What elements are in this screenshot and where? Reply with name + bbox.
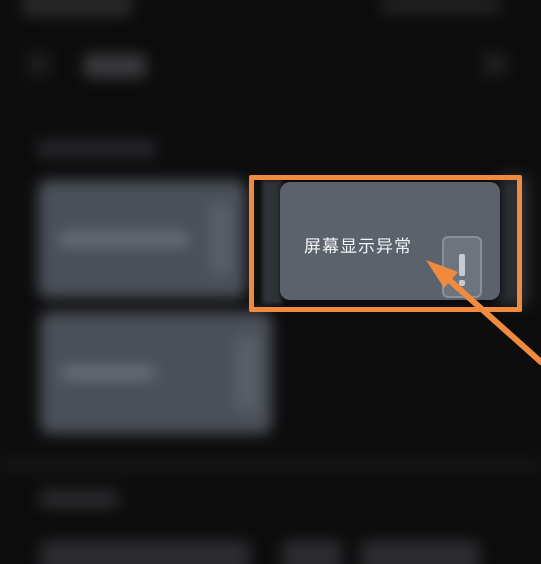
section-divider bbox=[0, 456, 541, 474]
issue-card[interactable] bbox=[40, 312, 272, 434]
section-heading bbox=[38, 140, 156, 158]
list-item[interactable] bbox=[40, 540, 250, 564]
status-bar-left bbox=[22, 0, 132, 16]
highlight-box bbox=[249, 175, 522, 312]
issue-card-label bbox=[60, 232, 188, 246]
list-item[interactable] bbox=[360, 540, 480, 564]
section-heading bbox=[40, 490, 118, 508]
page-title bbox=[84, 54, 146, 78]
status-bar-right bbox=[381, 0, 501, 14]
settings-screen: 屏幕显示异常 bbox=[0, 0, 541, 564]
issue-card-icon bbox=[236, 336, 258, 410]
issue-card-icon bbox=[210, 203, 232, 275]
back-arrow-icon[interactable] bbox=[26, 52, 50, 76]
issue-card[interactable] bbox=[38, 180, 246, 298]
more-menu-icon[interactable] bbox=[483, 52, 507, 76]
issue-card-label bbox=[62, 366, 154, 380]
list-item[interactable] bbox=[282, 540, 342, 564]
